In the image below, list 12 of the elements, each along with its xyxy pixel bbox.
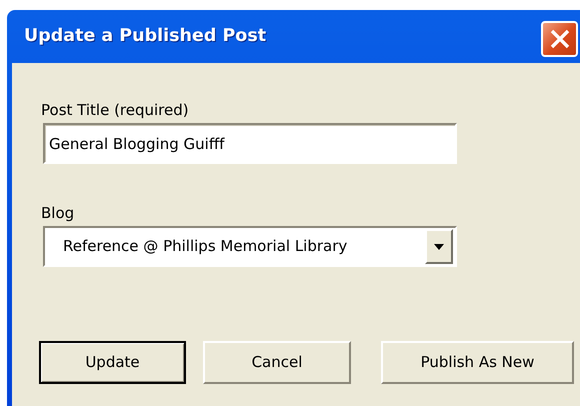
- dropdown-arrow-button[interactable]: [425, 229, 453, 264]
- window-title: Update a Published Post: [24, 25, 266, 48]
- field-label: Post Title (required): [41, 101, 190, 119]
- caret-icon: [434, 244, 444, 250]
- text-field[interactable]: General Blogging Guifff: [43, 123, 457, 164]
- dropdown[interactable]: Reference @ Phillips Memorial Library: [43, 226, 457, 267]
- dialog-button[interactable]: Publish As New: [381, 341, 574, 384]
- field-label: Blog: [41, 204, 76, 222]
- close-icon: [548, 28, 570, 50]
- close-button[interactable]: [541, 21, 578, 57]
- dialog-button[interactable]: Update: [39, 341, 186, 384]
- dialog-button[interactable]: Cancel: [203, 341, 351, 384]
